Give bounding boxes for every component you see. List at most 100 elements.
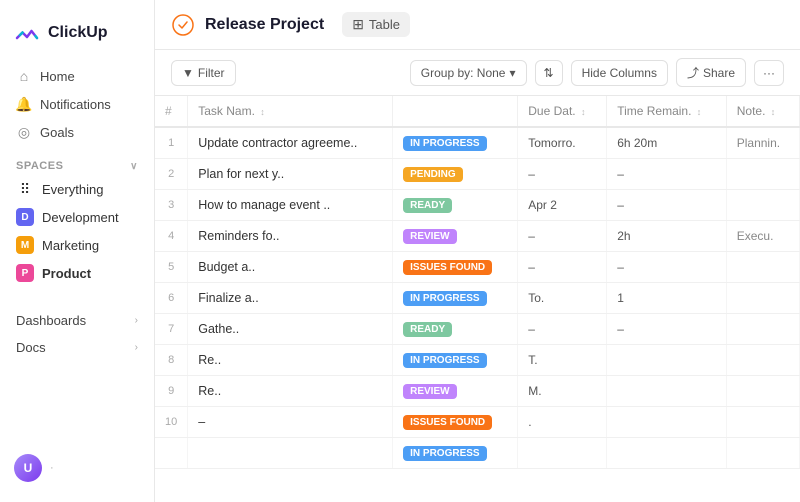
row-note: [726, 407, 799, 438]
sidebar-item-marketing[interactable]: M Marketing: [8, 231, 146, 259]
row-time-remaining: [607, 376, 727, 407]
dashboards-chevron: ›: [135, 315, 138, 326]
row-note: [726, 190, 799, 221]
row-num: 7: [155, 314, 188, 345]
due-date-sort-icon: ↕: [581, 107, 586, 117]
more-button[interactable]: ···: [754, 60, 784, 86]
row-note: [726, 252, 799, 283]
sidebar-item-notifications[interactable]: 🔔 Notifications: [8, 90, 146, 118]
row-task-name: Gathe..: [188, 314, 393, 345]
main-content: Release Project ⊞ Table ▼ Filter Group b…: [155, 0, 800, 502]
row-status: IN PROGRESS: [393, 345, 518, 376]
status-badge: READY: [403, 322, 452, 337]
row-task-name: Plan for next y..: [188, 159, 393, 190]
col-notes[interactable]: Note. ↕: [726, 96, 799, 127]
table-row[interactable]: 8Re..IN PROGRESST.: [155, 345, 800, 376]
row-task-name: [188, 438, 393, 469]
project-title: Release Project: [205, 16, 324, 34]
notes-sort-icon: ↕: [771, 107, 776, 117]
col-time-remaining[interactable]: Time Remain. ↕: [607, 96, 727, 127]
spaces-label: Spaces: [16, 160, 63, 172]
sidebar-bottom: Dashboards › Docs ›: [0, 301, 154, 367]
col-task-name[interactable]: Task Nam. ↕: [188, 96, 393, 127]
sort-button[interactable]: ⇅: [535, 60, 563, 86]
sidebar-footer: U ·: [0, 446, 154, 490]
table-view-tab[interactable]: ⊞ Table: [342, 12, 410, 37]
task-table: # Task Nam. ↕ Due Dat. ↕ Time Remain. ↕: [155, 96, 800, 469]
table-row[interactable]: 1Update contractor agreeme..IN PROGRESST…: [155, 127, 800, 159]
spaces-header: Spaces ∨: [8, 156, 146, 176]
row-task-name: Re..: [188, 345, 393, 376]
sidebar-item-product[interactable]: P Product: [8, 259, 146, 287]
row-num: 9: [155, 376, 188, 407]
table-row[interactable]: 7Gathe..READY––: [155, 314, 800, 345]
hide-columns-button[interactable]: Hide Columns: [571, 60, 668, 86]
row-status: REVIEW: [393, 376, 518, 407]
sidebar-item-everything[interactable]: ⠿ Everything: [8, 176, 146, 203]
status-badge: ISSUES FOUND: [403, 415, 492, 430]
status-badge: IN PROGRESS: [403, 291, 486, 306]
bell-icon: 🔔: [16, 96, 32, 112]
status-badge: READY: [403, 198, 452, 213]
spaces-chevron[interactable]: ∨: [130, 161, 138, 172]
row-status: ISSUES FOUND: [393, 252, 518, 283]
sidebar-item-home-label: Home: [40, 69, 75, 84]
row-status: PENDING: [393, 159, 518, 190]
share-button[interactable]: ⤴ Share: [676, 58, 746, 87]
row-status: REVIEW: [393, 221, 518, 252]
row-due-date: [518, 438, 607, 469]
group-by-chevron: ▾: [509, 66, 515, 80]
table-row[interactable]: 6Finalize a..IN PROGRESSTo.1: [155, 283, 800, 314]
row-note: [726, 376, 799, 407]
group-by-label: Group by: None: [421, 66, 506, 80]
row-note: Execu.: [726, 221, 799, 252]
row-num: 2: [155, 159, 188, 190]
app-name: ClickUp: [48, 24, 108, 42]
sidebar-item-goals[interactable]: ◎ Goals: [8, 118, 146, 146]
row-due-date: –: [518, 159, 607, 190]
row-num: 6: [155, 283, 188, 314]
table-row[interactable]: 10–ISSUES FOUND.: [155, 407, 800, 438]
sidebar-item-home[interactable]: ⌂ Home: [8, 62, 146, 90]
row-task-name: Budget a..: [188, 252, 393, 283]
table-row[interactable]: IN PROGRESS: [155, 438, 800, 469]
row-due-date: T.: [518, 345, 607, 376]
row-num: 8: [155, 345, 188, 376]
row-due-date: –: [518, 252, 607, 283]
avatar[interactable]: U: [14, 454, 42, 482]
col-due-date[interactable]: Due Dat. ↕: [518, 96, 607, 127]
row-due-date: To.: [518, 283, 607, 314]
sidebar-item-product-label: Product: [42, 266, 91, 281]
status-badge: PENDING: [403, 167, 463, 182]
table-row[interactable]: 4Reminders fo..REVIEW–2hExecu.: [155, 221, 800, 252]
row-time-remaining: –: [607, 159, 727, 190]
main-header: Release Project ⊞ Table: [155, 0, 800, 50]
table-row[interactable]: 2Plan for next y.. PENDING ––: [155, 159, 800, 190]
filter-icon: ▼: [182, 66, 194, 80]
table-row[interactable]: 5Budget a..ISSUES FOUND––: [155, 252, 800, 283]
sidebar-item-development[interactable]: D Development: [8, 203, 146, 231]
docs-chevron: ›: [135, 342, 138, 353]
sidebar-item-dashboards[interactable]: Dashboards ›: [8, 307, 146, 334]
row-note: Plannin.: [726, 127, 799, 159]
table-row[interactable]: 9Re..REVIEWM.: [155, 376, 800, 407]
row-status: IN PROGRESS: [393, 438, 518, 469]
sidebar-item-docs[interactable]: Docs ›: [8, 334, 146, 361]
col-status: [393, 96, 518, 127]
row-due-date: Apr 2: [518, 190, 607, 221]
row-time-remaining: [607, 345, 727, 376]
group-by-button[interactable]: Group by: None ▾: [410, 60, 527, 86]
row-time-remaining: –: [607, 314, 727, 345]
goals-icon: ◎: [16, 124, 32, 140]
row-num: [155, 438, 188, 469]
row-time-remaining: –: [607, 252, 727, 283]
row-status: IN PROGRESS: [393, 127, 518, 159]
dashboards-label: Dashboards: [16, 313, 86, 328]
filter-button[interactable]: ▼ Filter: [171, 60, 236, 86]
row-time-remaining: –: [607, 190, 727, 221]
row-note: [726, 314, 799, 345]
spaces-section: Spaces ∨ ⠿ Everything D Development M Ma…: [0, 146, 154, 291]
row-num: 10: [155, 407, 188, 438]
table-row[interactable]: 3How to manage event ..READYApr 2–: [155, 190, 800, 221]
row-time-remaining: 2h: [607, 221, 727, 252]
